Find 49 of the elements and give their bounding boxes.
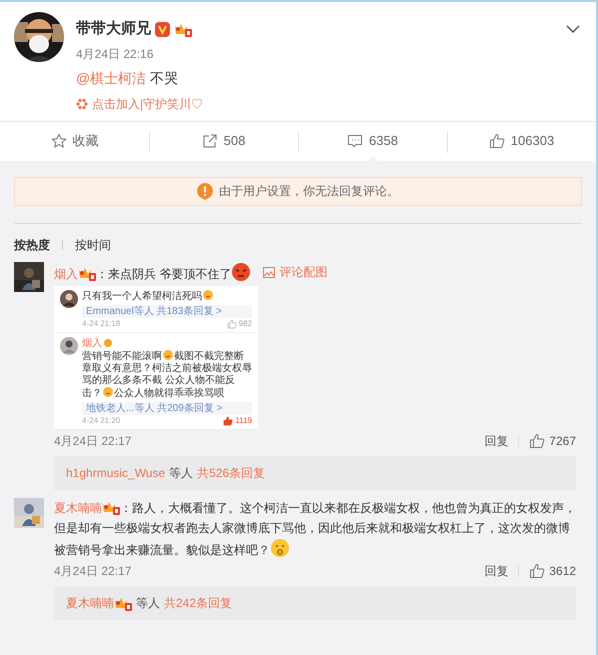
alert-icon <box>197 182 213 200</box>
thumbs-up-icon <box>223 416 234 426</box>
flower-icon <box>76 98 88 110</box>
angry-face-emoji <box>231 262 252 282</box>
comment-text: 只有我一个人希望柯洁死吗 <box>82 290 252 302</box>
replies-summary[interactable]: 地铁老人...等人 共209条回复 > <box>82 402 252 414</box>
verified-badge-icon <box>155 22 170 37</box>
star-icon <box>50 133 66 149</box>
thumbs-up-icon <box>226 318 237 328</box>
share-icon <box>202 133 218 149</box>
username[interactable]: 烟入 <box>82 336 102 350</box>
like-count: 982 <box>238 318 252 330</box>
post-time: 4月24日 22:16 <box>76 46 154 62</box>
comment-time: 4-24 21:20 <box>82 414 120 426</box>
comment-time: 4-24 21:18 <box>82 318 120 330</box>
reply-suffix: 等人 <box>169 464 194 482</box>
reply-suffix: 等人 <box>136 594 160 612</box>
join-link[interactable]: 点击加入|守护笑川♡ <box>92 94 204 112</box>
sort-tab[interactable]: 按时间 <box>75 236 111 254</box>
comment-time: 4月24日 22:17 <box>54 562 132 580</box>
author-name[interactable]: 带带大师兄 <box>76 18 151 40</box>
mention-link[interactable]: @棋士柯洁 <box>76 70 146 86</box>
action-button[interactable]: 6358 <box>347 131 398 151</box>
comment-time: 4月24日 22:17 <box>54 432 132 450</box>
smiley-emoji <box>103 386 113 396</box>
comment-text: 烟入 ：来点阴兵 爷要顶不住了 评论配图 <box>54 262 576 284</box>
reply-button[interactable]: 回复 <box>484 562 508 580</box>
smiley-emoji <box>203 290 213 300</box>
image-icon <box>263 266 276 278</box>
like-button[interactable]: 7267 <box>529 432 576 450</box>
comment-text: 营销号能不能滚啊 截图不截完整断章取义有意思？柯洁之前被极端女权辱骂的那么多条不截 公众人物不能反击？ 公众人物就得乖乖挨骂呗 <box>82 350 252 400</box>
notice-text: 由于用户设置，你无法回复评论。 <box>219 183 399 200</box>
smiley-emoji <box>163 350 173 360</box>
screenshot-image[interactable]: 只有我一个人希望柯洁死吗 Emmanuel等人 共183条回复 > 4-24 21:18 982 烟入 营销号能不能滚啊 截图不截完整断章取义有意思？柯洁之前被极端女权辱骂的那么多条不截 公众人物不能反击？ 公众人物就得乖乖挨骂呗 地铁老人...等人 共209条回复 > 4-24 21:20 1119 <box>54 286 258 430</box>
post-text: 不哭 <box>150 70 178 86</box>
thumbs-up-icon <box>529 432 546 448</box>
thumbs-up-icon <box>529 562 546 578</box>
chevron-down-icon[interactable] <box>566 24 580 34</box>
like-button[interactable]: 3612 <box>529 562 576 580</box>
thumbs-up-icon <box>488 133 505 149</box>
action-button[interactable]: 106303 <box>488 131 554 151</box>
comment-icon <box>347 133 364 149</box>
replies-summary[interactable]: Emmanuel等人 共183条回复 > <box>82 304 252 318</box>
action-button[interactable]: 收藏 <box>50 131 98 151</box>
like-count: 1119 <box>235 414 252 426</box>
action-button[interactable]: 508 <box>202 131 246 151</box>
sort-tab[interactable]: 按热度 <box>14 236 50 254</box>
reply-button[interactable]: 回复 <box>484 432 508 450</box>
comment-text: 夏木喃喃 ：路人，大概看懂了。这个柯洁一直以来都在反极端女权，他也曾为真正的女权发声，但是却有一些极端女权者跑去人家微博底下骂他，因此他后来就和极端女权杠上了，这次发的微博被营销号拿出来赚流量。貌似是这样吧？ <box>54 498 576 560</box>
